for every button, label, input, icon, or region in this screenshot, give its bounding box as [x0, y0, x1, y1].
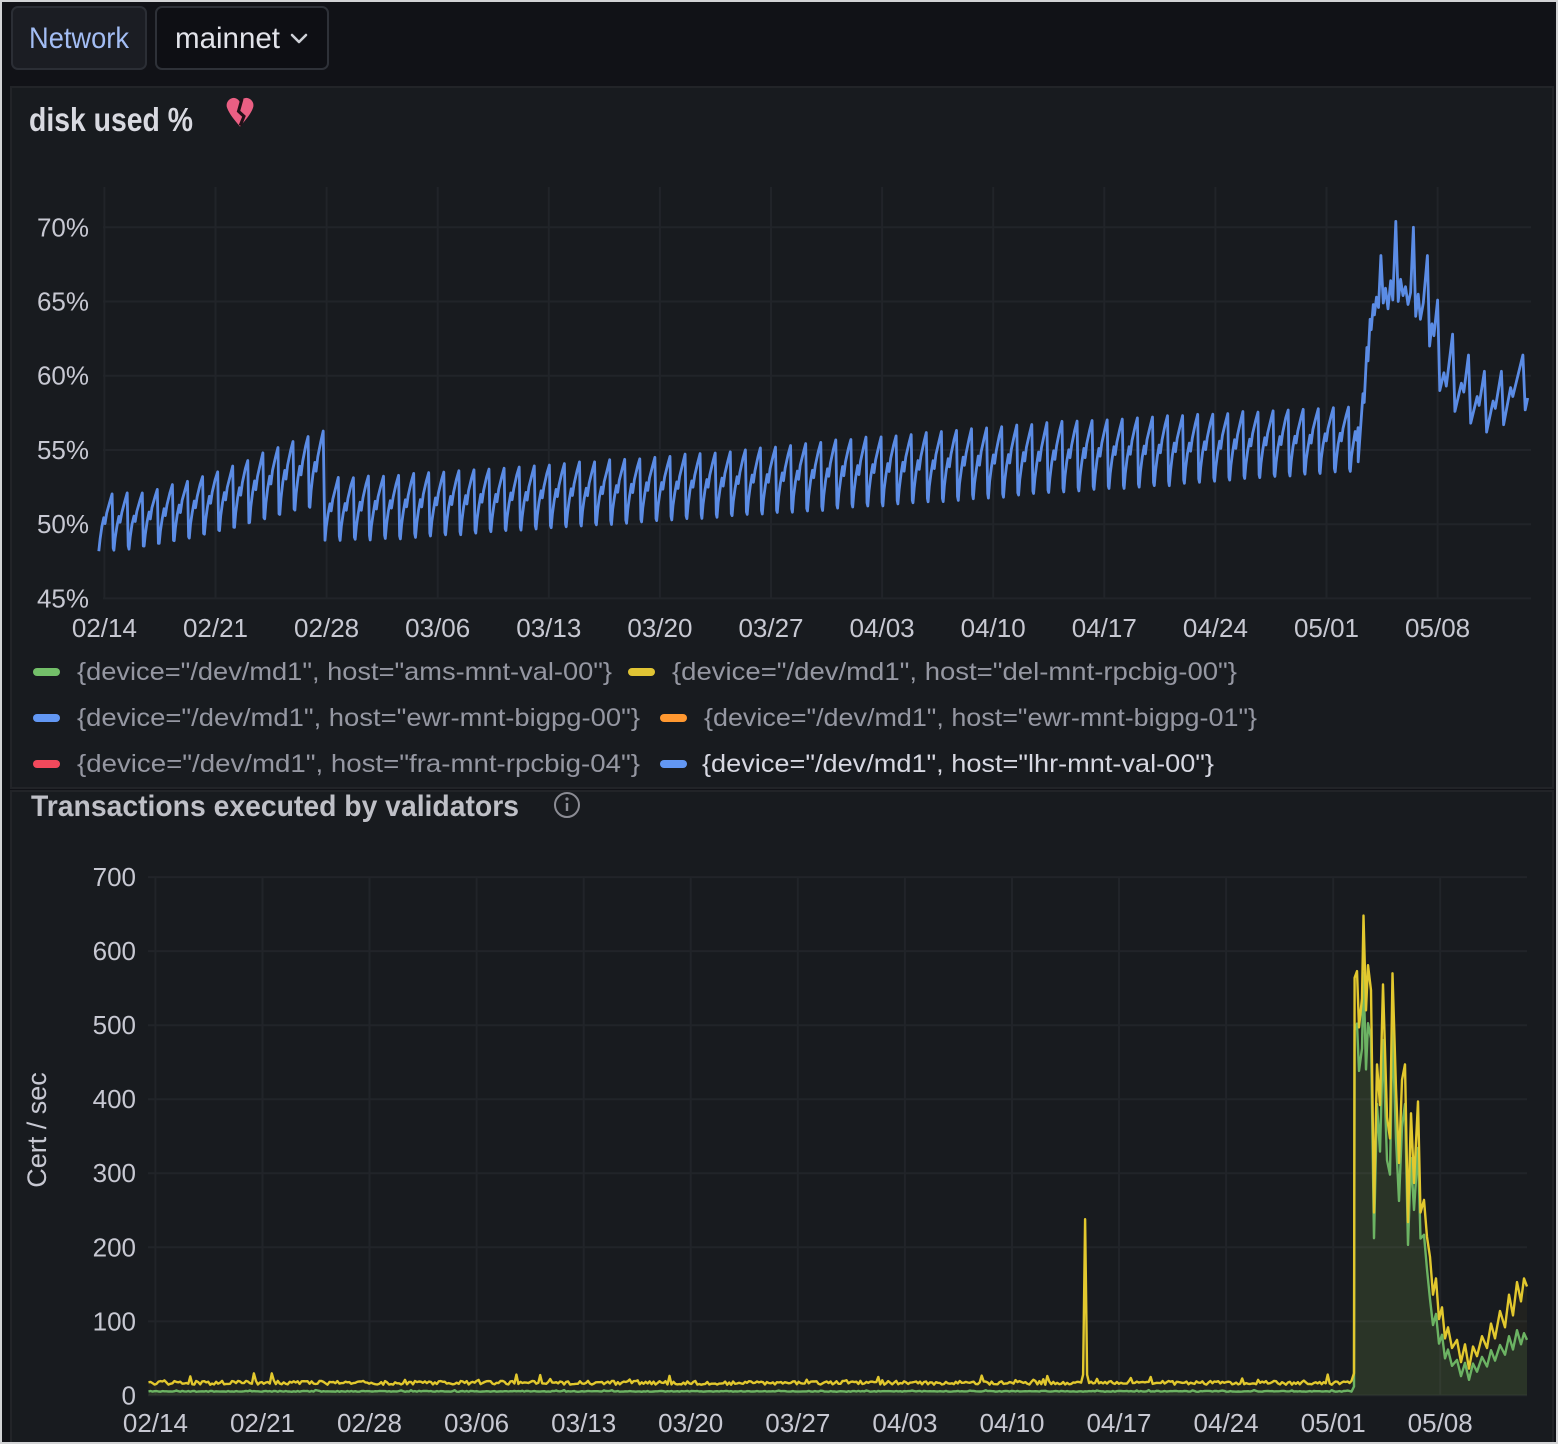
svg-text:03/13: 03/13 — [551, 1408, 616, 1438]
svg-text:03/06: 03/06 — [405, 613, 470, 643]
svg-text:{device="/dev/md1", host="del-: {device="/dev/md1", host="del-mnt-rpcbig… — [672, 658, 1237, 686]
svg-text:70%: 70% — [37, 212, 89, 242]
svg-text:05/08: 05/08 — [1408, 1408, 1473, 1438]
svg-text:{device="/dev/md1", host="ewr-: {device="/dev/md1", host="ewr-mnt-bigpg-… — [77, 704, 640, 732]
svg-text:04/10: 04/10 — [961, 613, 1026, 643]
svg-text:disk used %: disk used % — [29, 101, 193, 138]
svg-text:60%: 60% — [37, 361, 89, 391]
svg-text:02/28: 02/28 — [337, 1408, 402, 1438]
svg-text:04/17: 04/17 — [1086, 1408, 1151, 1438]
svg-text:04/24: 04/24 — [1194, 1408, 1259, 1438]
svg-text:Cert / sec: Cert / sec — [22, 1072, 52, 1188]
svg-text:200: 200 — [93, 1232, 136, 1262]
svg-text:Transactions executed by valid: Transactions executed by validators — [31, 790, 519, 823]
svg-text:03/06: 03/06 — [444, 1408, 509, 1438]
svg-text:{device="/dev/md1", host="ams-: {device="/dev/md1", host="ams-mnt-val-00… — [77, 658, 612, 686]
svg-text:03/27: 03/27 — [738, 613, 803, 643]
svg-text:400: 400 — [93, 1084, 136, 1114]
svg-text:03/27: 03/27 — [765, 1408, 830, 1438]
svg-text:02/21: 02/21 — [230, 1408, 295, 1438]
svg-text:05/08: 05/08 — [1405, 613, 1470, 643]
svg-text:05/01: 05/01 — [1294, 613, 1359, 643]
svg-text:{device="/dev/md1", host="fra-: {device="/dev/md1", host="fra-mnt-rpcbig… — [77, 750, 640, 778]
svg-text:02/14: 02/14 — [123, 1408, 188, 1438]
svg-text:04/24: 04/24 — [1183, 613, 1248, 643]
svg-text:04/03: 04/03 — [872, 1408, 937, 1438]
svg-text:04/03: 04/03 — [850, 613, 915, 643]
svg-text:02/28: 02/28 — [294, 613, 359, 643]
svg-text:02/14: 02/14 — [72, 613, 137, 643]
svg-text:600: 600 — [93, 936, 136, 966]
svg-text:65%: 65% — [37, 287, 89, 317]
svg-text:05/01: 05/01 — [1301, 1408, 1366, 1438]
svg-text:03/13: 03/13 — [516, 613, 581, 643]
svg-text:mainnet: mainnet — [175, 22, 281, 55]
svg-text:Network: Network — [29, 22, 130, 55]
svg-text:{device="/dev/md1", host="ewr-: {device="/dev/md1", host="ewr-mnt-bigpg-… — [704, 704, 1257, 732]
svg-text:03/20: 03/20 — [658, 1408, 723, 1438]
svg-text:0: 0 — [122, 1380, 136, 1410]
svg-text:04/17: 04/17 — [1072, 613, 1137, 643]
svg-text:50%: 50% — [37, 509, 89, 539]
svg-text:03/20: 03/20 — [627, 613, 692, 643]
svg-text:100: 100 — [93, 1306, 136, 1336]
svg-text:700: 700 — [93, 862, 136, 892]
svg-text:300: 300 — [93, 1158, 136, 1188]
svg-text:02/21: 02/21 — [183, 613, 248, 643]
svg-text:04/10: 04/10 — [979, 1408, 1044, 1438]
svg-text:45%: 45% — [37, 583, 89, 613]
svg-text:55%: 55% — [37, 435, 89, 465]
svg-text:500: 500 — [93, 1010, 136, 1040]
svg-text:{device="/dev/md1", host="lhr-: {device="/dev/md1", host="lhr-mnt-val-00… — [702, 750, 1214, 778]
